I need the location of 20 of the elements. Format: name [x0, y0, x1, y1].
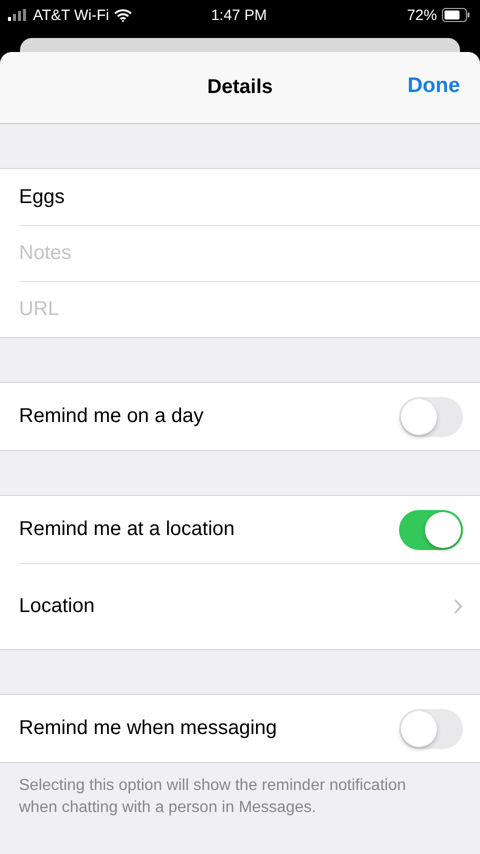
footer-note: Selecting this option will show the reminder notification when chatting with a person in Messages.	[18, 776, 407, 818]
battery-percent: 72%	[406, 6, 437, 24]
text-field[interactable]: Eggs	[19, 186, 463, 208]
text-field[interactable]: Notes	[19, 242, 463, 265]
clock-time: 1:47 PM	[211, 6, 267, 24]
option-label: Remind me at a location	[19, 518, 236, 541]
option-label: Remind me when messaging	[19, 717, 278, 740]
carrier-name: AT&T Wi-Fi	[33, 6, 110, 24]
battery-icon	[442, 8, 470, 22]
signal-icon	[8, 9, 28, 21]
toggle-switch[interactable]	[399, 510, 463, 550]
wifi-icon	[114, 8, 132, 22]
text-field[interactable]: URL	[19, 298, 463, 321]
toggle-switch[interactable]	[399, 396, 463, 436]
option-label: Remind me on a day	[19, 405, 205, 428]
done-button[interactable]: Done	[408, 74, 460, 98]
chevron-icon	[454, 599, 463, 614]
toggle-switch[interactable]	[399, 708, 463, 748]
location-label[interactable]: Location	[19, 595, 454, 618]
screen-title: Details	[207, 76, 273, 99]
